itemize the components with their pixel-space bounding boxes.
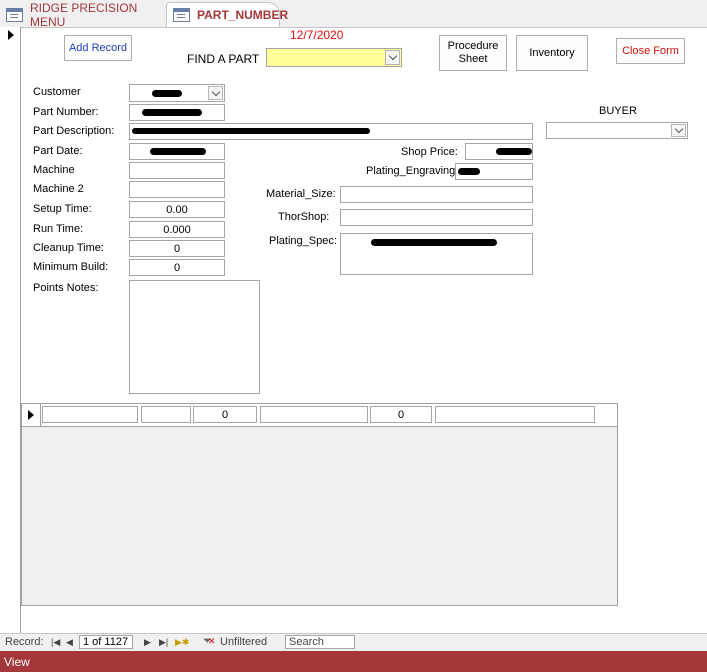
filter-status[interactable]: Unfiltered: [220, 636, 267, 648]
last-record-icon[interactable]: ▶|: [159, 637, 168, 648]
run-time-field[interactable]: 0.000: [129, 221, 225, 238]
plating-spec-label: Plating_Spec:: [269, 235, 337, 247]
thorshop-label: ThorShop:: [278, 211, 330, 223]
procedure-sheet-button[interactable]: Procedure Sheet: [439, 35, 507, 71]
find-part-label: FIND A PART: [187, 52, 260, 66]
cleanup-time-field[interactable]: 0: [129, 240, 225, 257]
current-record-arrow-icon: [28, 410, 34, 420]
cleanup-time-label: Cleanup Time:: [33, 242, 104, 254]
shop-price-field[interactable]: [465, 143, 533, 160]
points-notes-label: Points Notes:: [33, 282, 99, 294]
dropdown-button[interactable]: [671, 124, 686, 137]
previous-record-icon[interactable]: ◀: [66, 637, 73, 648]
subform-cell[interactable]: 0: [370, 406, 432, 423]
add-record-button[interactable]: Add Record: [64, 35, 132, 61]
record-label: Record:: [5, 636, 44, 648]
setup-time-label: Setup Time:: [33, 203, 92, 215]
subform-cell[interactable]: [141, 406, 191, 423]
buyer-label: BUYER: [599, 105, 637, 117]
subform-datasheet: 0 0: [21, 403, 618, 606]
close-form-button[interactable]: Close Form: [616, 38, 685, 64]
subform-cell[interactable]: 0: [193, 406, 257, 423]
customer-label: Customer: [33, 86, 81, 98]
tab-label: RIDGE PRECISION MENU: [30, 0, 138, 29]
dropdown-button[interactable]: [208, 86, 223, 100]
plating-spec-field[interactable]: [340, 233, 533, 275]
thorshop-field[interactable]: [340, 209, 533, 226]
minimum-build-field[interactable]: 0: [129, 259, 225, 276]
date-display: 12/7/2020: [290, 28, 344, 42]
search-input[interactable]: Search: [285, 635, 355, 649]
part-description-field[interactable]: [129, 123, 533, 140]
part-description-label: Part Description:: [33, 125, 115, 137]
chevron-down-icon: [674, 124, 683, 134]
redacted-mark: [458, 168, 480, 175]
plating-engraving-label: Plating_Engraving:: [366, 165, 459, 177]
customer-combo[interactable]: [129, 84, 225, 102]
setup-time-field[interactable]: 0.00: [129, 201, 225, 218]
machine-label: Machine: [33, 164, 75, 176]
record-selector[interactable]: [0, 27, 21, 633]
subform-cell[interactable]: [42, 406, 138, 423]
part-date-label: Part Date:: [33, 145, 83, 157]
procedure-sheet-label-line1: Procedure: [447, 40, 499, 52]
procedure-sheet-label-line2: Sheet: [458, 53, 488, 65]
table-row[interactable]: 0 0: [22, 404, 617, 427]
row-selector[interactable]: [22, 404, 41, 426]
view-mode-label: View: [4, 654, 30, 669]
machine2-label: Machine 2: [33, 183, 84, 195]
status-bar: View: [0, 651, 707, 672]
tab-ridge-precision-menu[interactable]: RIDGE PRECISION MENU: [0, 0, 166, 29]
points-notes-field[interactable]: [129, 280, 260, 394]
material-size-field[interactable]: [340, 186, 533, 203]
tab-label: PART_NUMBER: [197, 8, 289, 22]
run-time-label: Run Time:: [33, 223, 84, 235]
buyer-combo[interactable]: [546, 122, 688, 139]
record-navigation-bar: Record: |◀ ◀ 1 of 1127 ▶ ▶| ▶✱ ⏷✕ Unfilt…: [0, 633, 707, 652]
subform-cell[interactable]: [260, 406, 368, 423]
shop-price-label: Shop Price:: [401, 146, 458, 158]
part-number-label: Part Number:: [33, 106, 99, 118]
record-position-field[interactable]: 1 of 1127: [79, 635, 133, 649]
dropdown-button[interactable]: [385, 50, 400, 65]
form-icon: [6, 7, 23, 22]
part-date-field[interactable]: [129, 143, 225, 160]
document-tab-bar: RIDGE PRECISION MENU PART_NUMBER: [0, 0, 707, 29]
next-record-icon[interactable]: ▶: [144, 637, 151, 648]
filter-icon[interactable]: ⏷✕: [203, 635, 215, 648]
minimum-build-label: Minimum Build:: [33, 261, 109, 273]
redacted-mark: [142, 109, 202, 116]
part-number-field[interactable]: [129, 104, 225, 121]
find-part-combo[interactable]: [266, 48, 402, 67]
chevron-down-icon: [388, 51, 397, 61]
machine-field[interactable]: [129, 162, 225, 179]
first-record-icon[interactable]: |◀: [51, 637, 60, 648]
material-size-label: Material_Size:: [266, 188, 336, 200]
machine2-field[interactable]: [129, 181, 225, 198]
plating-engraving-field[interactable]: [455, 163, 533, 180]
redacted-mark: [132, 128, 370, 134]
current-record-arrow-icon: [8, 30, 14, 40]
tab-part-number[interactable]: PART_NUMBER: [166, 2, 288, 27]
redacted-mark: [150, 148, 206, 155]
new-record-icon[interactable]: ▶✱: [175, 637, 189, 648]
subform-cell[interactable]: [435, 406, 595, 423]
redacted-mark: [371, 239, 497, 246]
form-icon: [173, 8, 190, 22]
chevron-down-icon: [211, 87, 220, 96]
redacted-mark: [152, 90, 182, 97]
inventory-button[interactable]: Inventory: [516, 35, 588, 71]
redacted-mark: [496, 148, 532, 155]
